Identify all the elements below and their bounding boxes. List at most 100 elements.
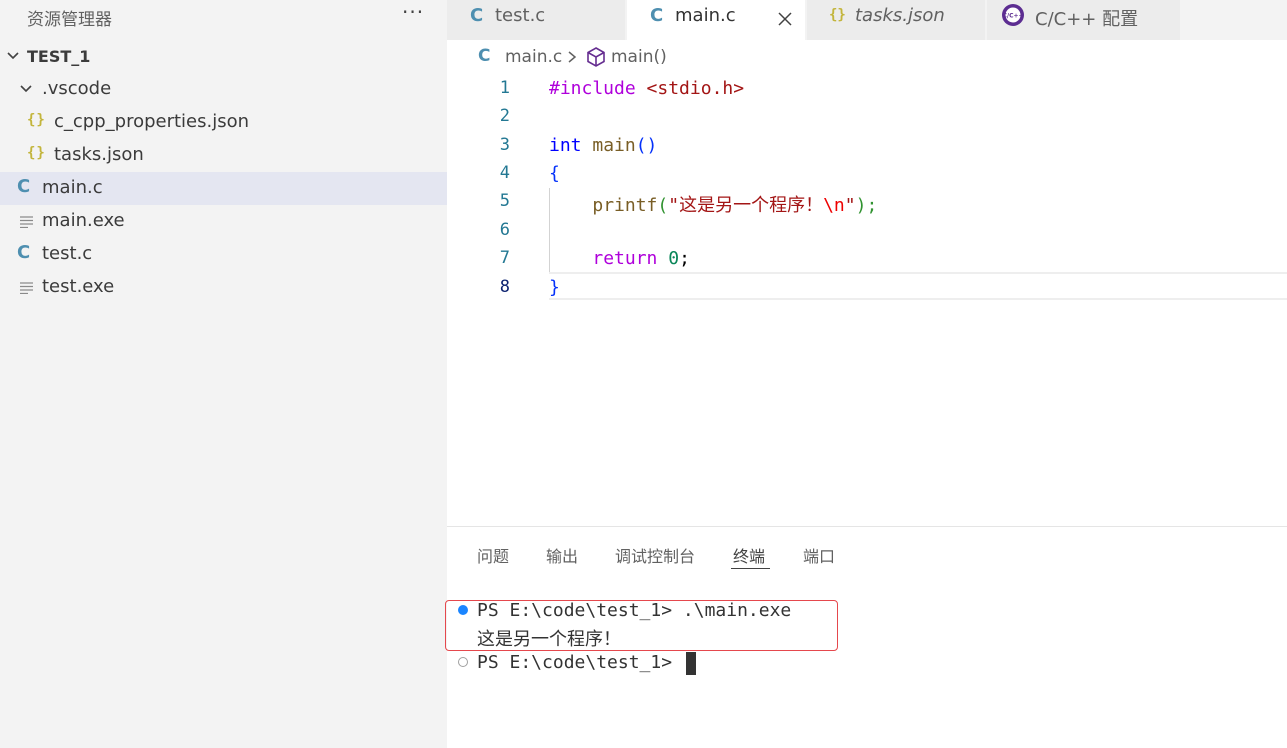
token-header: <stdio.h> <box>646 78 745 99</box>
folder-root-label: TEST_1 <box>27 47 91 66</box>
line-number: 6 <box>499 220 510 240</box>
token-paren-close: ); <box>855 195 878 216</box>
svg-text:C/C++: C/C++ <box>1002 13 1023 20</box>
line-content: printf("这是另一个程序！\n"); <box>549 191 877 217</box>
json-icon: {} <box>27 145 46 161</box>
close-icon[interactable] <box>777 11 793 27</box>
line-content: int main() <box>549 135 657 156</box>
tree-item-label: c_cpp_properties.json <box>54 111 250 132</box>
json-icon: {} <box>829 7 846 23</box>
line-number: 2 <box>499 106 510 126</box>
terminal-command-line: PS E:\code\test_1> .\main.exe <box>477 600 792 621</box>
command-success-dot-icon[interactable] <box>458 605 468 615</box>
editor-tabbar: C test.c C main.c {} tasks.json C/C++ C/… <box>447 0 1287 40</box>
tab-ports[interactable]: 端口 <box>803 543 835 567</box>
tab-problems[interactable]: 问题 <box>477 543 509 567</box>
tree-item-main-c[interactable]: C main.c <box>0 172 447 205</box>
cpp-config-icon: C/C++ <box>1002 4 1024 26</box>
explorer-header: 资源管理器 ··· <box>0 0 447 36</box>
code-line: 3 int main() <box>447 131 1287 159</box>
line-number: 4 <box>499 163 510 183</box>
chevron-down-icon <box>20 85 32 93</box>
file-lines-icon <box>20 282 33 294</box>
tree-item-c-cpp-properties[interactable]: {} c_cpp_properties.json <box>0 106 447 139</box>
line-number: 5 <box>499 191 510 211</box>
chevron-down-icon <box>7 52 19 60</box>
terminal-output-line: 这是另一个程序！ <box>477 629 621 650</box>
file-lines-icon <box>20 216 33 228</box>
breadcrumb-file[interactable]: main.c <box>505 47 562 67</box>
tab-output[interactable]: 输出 <box>546 543 578 567</box>
token-brace: } <box>549 277 560 298</box>
tab-label: C/C++ 配置 <box>1035 9 1139 30</box>
tab-tasks-json[interactable]: {} tasks.json <box>807 0 985 40</box>
c-file-icon: C <box>470 5 484 26</box>
token-escape: \n <box>823 195 845 216</box>
token-paren: ( <box>657 195 669 216</box>
tab-test-c[interactable]: C test.c <box>447 0 625 40</box>
tree-item-main-exe[interactable]: main.exe <box>0 205 447 238</box>
line-content: } <box>549 277 560 298</box>
line-number: 1 <box>499 78 510 98</box>
active-tab-indicator <box>731 568 770 569</box>
code-line: 5 printf("这是另一个程序！\n"); <box>447 187 1287 217</box>
line-content: { <box>549 163 560 184</box>
tree-item-label: main.exe <box>42 210 125 231</box>
tab-label: test.c <box>495 5 546 26</box>
tab-terminal[interactable]: 终端 <box>733 543 765 567</box>
token-number: 0 <box>668 248 680 269</box>
token-function: printf <box>592 195 658 216</box>
code-line: 7 return 0; <box>447 244 1287 272</box>
line-content: return 0; <box>549 248 690 269</box>
token-parens: () <box>635 135 658 156</box>
tree-item-label: test.c <box>42 243 93 264</box>
token-string: "这是另一个程序！ <box>668 195 824 216</box>
line-number: 3 <box>499 135 510 155</box>
tree-item-test-c[interactable]: C test.c <box>0 238 447 271</box>
line-content: #include <stdio.h> <box>549 78 744 99</box>
tree-item-test-exe[interactable]: test.exe <box>0 271 447 304</box>
tree-item-label: .vscode <box>42 78 112 99</box>
code-editor[interactable]: 1 #include <stdio.h> 2 3 int main() 4 { … <box>447 72 1287 312</box>
token-type: int <box>549 135 582 156</box>
line-number: 8 <box>499 277 510 297</box>
c-file-icon: C <box>17 176 31 197</box>
folder-root[interactable]: TEST_1 <box>0 40 447 73</box>
terminal-cursor <box>686 652 696 675</box>
tab-main-c[interactable]: C main.c <box>627 0 805 40</box>
token-semicolon: ; <box>679 248 690 269</box>
tree-item-label: main.c <box>42 177 103 198</box>
chevron-right-icon <box>568 51 577 63</box>
line-number: 7 <box>499 248 510 268</box>
c-file-icon: C <box>17 242 31 263</box>
explorer-sidebar: 资源管理器 ··· TEST_1 .vscode {} c_cpp_proper… <box>0 0 447 748</box>
code-line: 6 <box>447 216 1287 244</box>
explorer-title: 资源管理器 <box>27 10 112 30</box>
code-line: 4 { <box>447 159 1287 187</box>
command-idle-dot-icon[interactable] <box>458 657 468 667</box>
folder-vscode[interactable]: .vscode <box>0 73 447 106</box>
tab-debug-console[interactable]: 调试控制台 <box>615 543 695 567</box>
tab-label: tasks.json <box>855 5 945 26</box>
token-directive: #include <box>549 78 636 99</box>
token-brace: { <box>549 163 560 184</box>
c-file-icon: C <box>478 46 491 66</box>
token-string-close: " <box>844 195 856 216</box>
code-line: 8 } <box>447 273 1287 301</box>
c-file-icon: C <box>650 5 664 26</box>
tree-item-tasks-json[interactable]: {} tasks.json <box>0 139 447 172</box>
terminal-prompt[interactable]: PS E:\code\test_1> <box>477 652 683 673</box>
tree-item-label: tasks.json <box>54 144 144 165</box>
token-function: main <box>592 135 636 156</box>
breadcrumb-symbol[interactable]: main() <box>611 47 667 67</box>
panel-divider <box>447 526 1287 527</box>
code-line: 1 #include <stdio.h> <box>447 74 1287 102</box>
code-line: 2 <box>447 102 1287 130</box>
token-keyword: return <box>592 248 658 269</box>
method-cube-icon <box>587 47 605 67</box>
tab-label: main.c <box>675 5 736 26</box>
more-actions-icon[interactable]: ··· <box>402 0 424 24</box>
tree-item-label: test.exe <box>42 276 115 297</box>
json-icon: {} <box>27 112 46 128</box>
tab-cpp-config[interactable]: C/C++ C/C++ 配置 <box>987 0 1180 40</box>
